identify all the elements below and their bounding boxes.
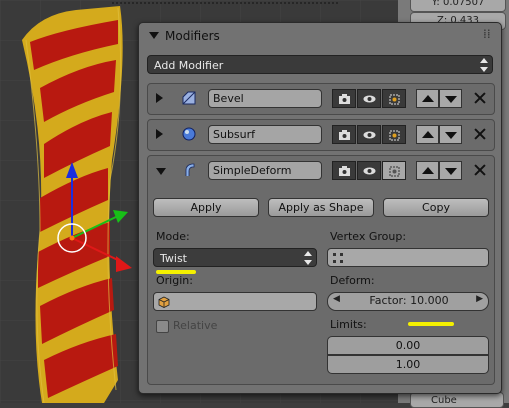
y-location-field[interactable]: Y: 0.07507 xyxy=(410,0,506,12)
editmode-icon xyxy=(389,166,400,177)
modifier-name-field[interactable]: Bevel xyxy=(208,89,322,108)
origin-label: Origin: xyxy=(156,274,193,287)
modifier-subsurf: Subsurf xyxy=(147,119,495,151)
eye-icon xyxy=(363,167,376,175)
camera-icon xyxy=(339,130,350,140)
move-down-button[interactable] xyxy=(439,89,462,108)
vertex-group-label: Vertex Group: xyxy=(330,230,407,243)
move-up-button[interactable] xyxy=(416,125,439,144)
editmode-icon xyxy=(389,130,400,141)
render-toggle[interactable] xyxy=(332,125,356,144)
panel-header[interactable]: Modifiers xyxy=(149,29,220,43)
modifier-simpledeform: SimpleDeform Apply Apply as Shape Copy M… xyxy=(147,155,495,385)
viewport-toggle[interactable] xyxy=(357,125,381,144)
mode-dropdown[interactable]: Twist xyxy=(153,248,317,267)
modifier-header: Subsurf xyxy=(148,120,494,150)
move-up-button[interactable] xyxy=(416,161,439,180)
add-modifier-dropdown[interactable]: Add Modifier xyxy=(147,55,493,74)
modifier-name-field[interactable]: Subsurf xyxy=(208,125,322,144)
collapse-triangle-icon xyxy=(149,32,159,39)
collapse-triangle-icon[interactable] xyxy=(156,168,166,175)
camera-icon xyxy=(339,94,350,104)
object-name-label: Cube xyxy=(431,395,457,406)
increment-arrow-icon[interactable]: ▶ xyxy=(476,294,483,304)
render-toggle[interactable] xyxy=(332,161,356,180)
dropdown-arrows-icon xyxy=(304,251,312,265)
mode-value: Twist xyxy=(160,252,187,265)
subsurf-modifier-icon xyxy=(182,127,196,141)
viewport-toggle[interactable] xyxy=(357,161,381,180)
simpledeform-modifier-icon xyxy=(185,163,195,176)
expand-triangle-icon[interactable] xyxy=(156,93,163,103)
dropdown-arrows-icon xyxy=(480,58,488,72)
move-down-button[interactable] xyxy=(439,161,462,180)
relative-label: Relative xyxy=(173,319,218,332)
move-down-button[interactable] xyxy=(439,125,462,144)
limit-max-field[interactable]: 1.00 xyxy=(327,355,489,374)
factor-field[interactable]: ◀ Factor: 10.000 ▶ xyxy=(327,292,489,311)
modifier-name-field[interactable]: SimpleDeform xyxy=(208,161,322,180)
viewport-toggle[interactable] xyxy=(357,89,381,108)
deform-label: Deform: xyxy=(330,274,375,287)
drag-handle-icon[interactable]: ⁞⁞ xyxy=(483,27,491,41)
editmode-icon xyxy=(389,94,400,105)
object-cube-icon xyxy=(158,296,170,308)
eye-icon xyxy=(363,131,376,139)
editmode-toggle[interactable] xyxy=(382,161,406,180)
modifier-header: SimpleDeform xyxy=(148,156,494,186)
object-name-field[interactable]: Cube xyxy=(410,392,504,408)
editmode-toggle[interactable] xyxy=(382,125,406,144)
apply-button[interactable]: Apply xyxy=(153,198,259,217)
apply-as-shape-button[interactable]: Apply as Shape xyxy=(268,198,374,217)
panel-title: Modifiers xyxy=(165,29,220,43)
move-up-button[interactable] xyxy=(416,89,439,108)
limit-min-field[interactable]: 0.00 xyxy=(327,336,489,355)
camera-icon xyxy=(339,166,350,176)
modifier-header: Bevel xyxy=(148,84,494,114)
add-modifier-label: Add Modifier xyxy=(154,59,224,72)
remove-modifier-icon[interactable] xyxy=(474,92,486,104)
origin-field[interactable] xyxy=(153,292,317,311)
vertex-group-field[interactable] xyxy=(327,248,489,267)
modifiers-panel: Modifiers ⁞⁞ Add Modifier Bevel Subsurf … xyxy=(138,22,502,394)
yellow-highlight-mark xyxy=(408,322,454,326)
remove-modifier-icon[interactable] xyxy=(474,128,486,140)
remove-modifier-icon[interactable] xyxy=(474,164,486,176)
editmode-toggle[interactable] xyxy=(382,89,406,108)
copy-button[interactable]: Copy xyxy=(383,198,489,217)
relative-checkbox[interactable] xyxy=(156,320,169,333)
eye-icon xyxy=(363,95,376,103)
limits-label: Limits: xyxy=(330,318,367,331)
expand-triangle-icon[interactable] xyxy=(156,129,163,139)
bevel-modifier-icon xyxy=(182,91,196,105)
vertex-group-icon xyxy=(333,253,343,263)
factor-value: Factor: 10.000 xyxy=(369,294,449,307)
mode-label: Mode: xyxy=(156,230,190,243)
modifier-bevel: Bevel xyxy=(147,83,495,115)
render-toggle[interactable] xyxy=(332,89,356,108)
